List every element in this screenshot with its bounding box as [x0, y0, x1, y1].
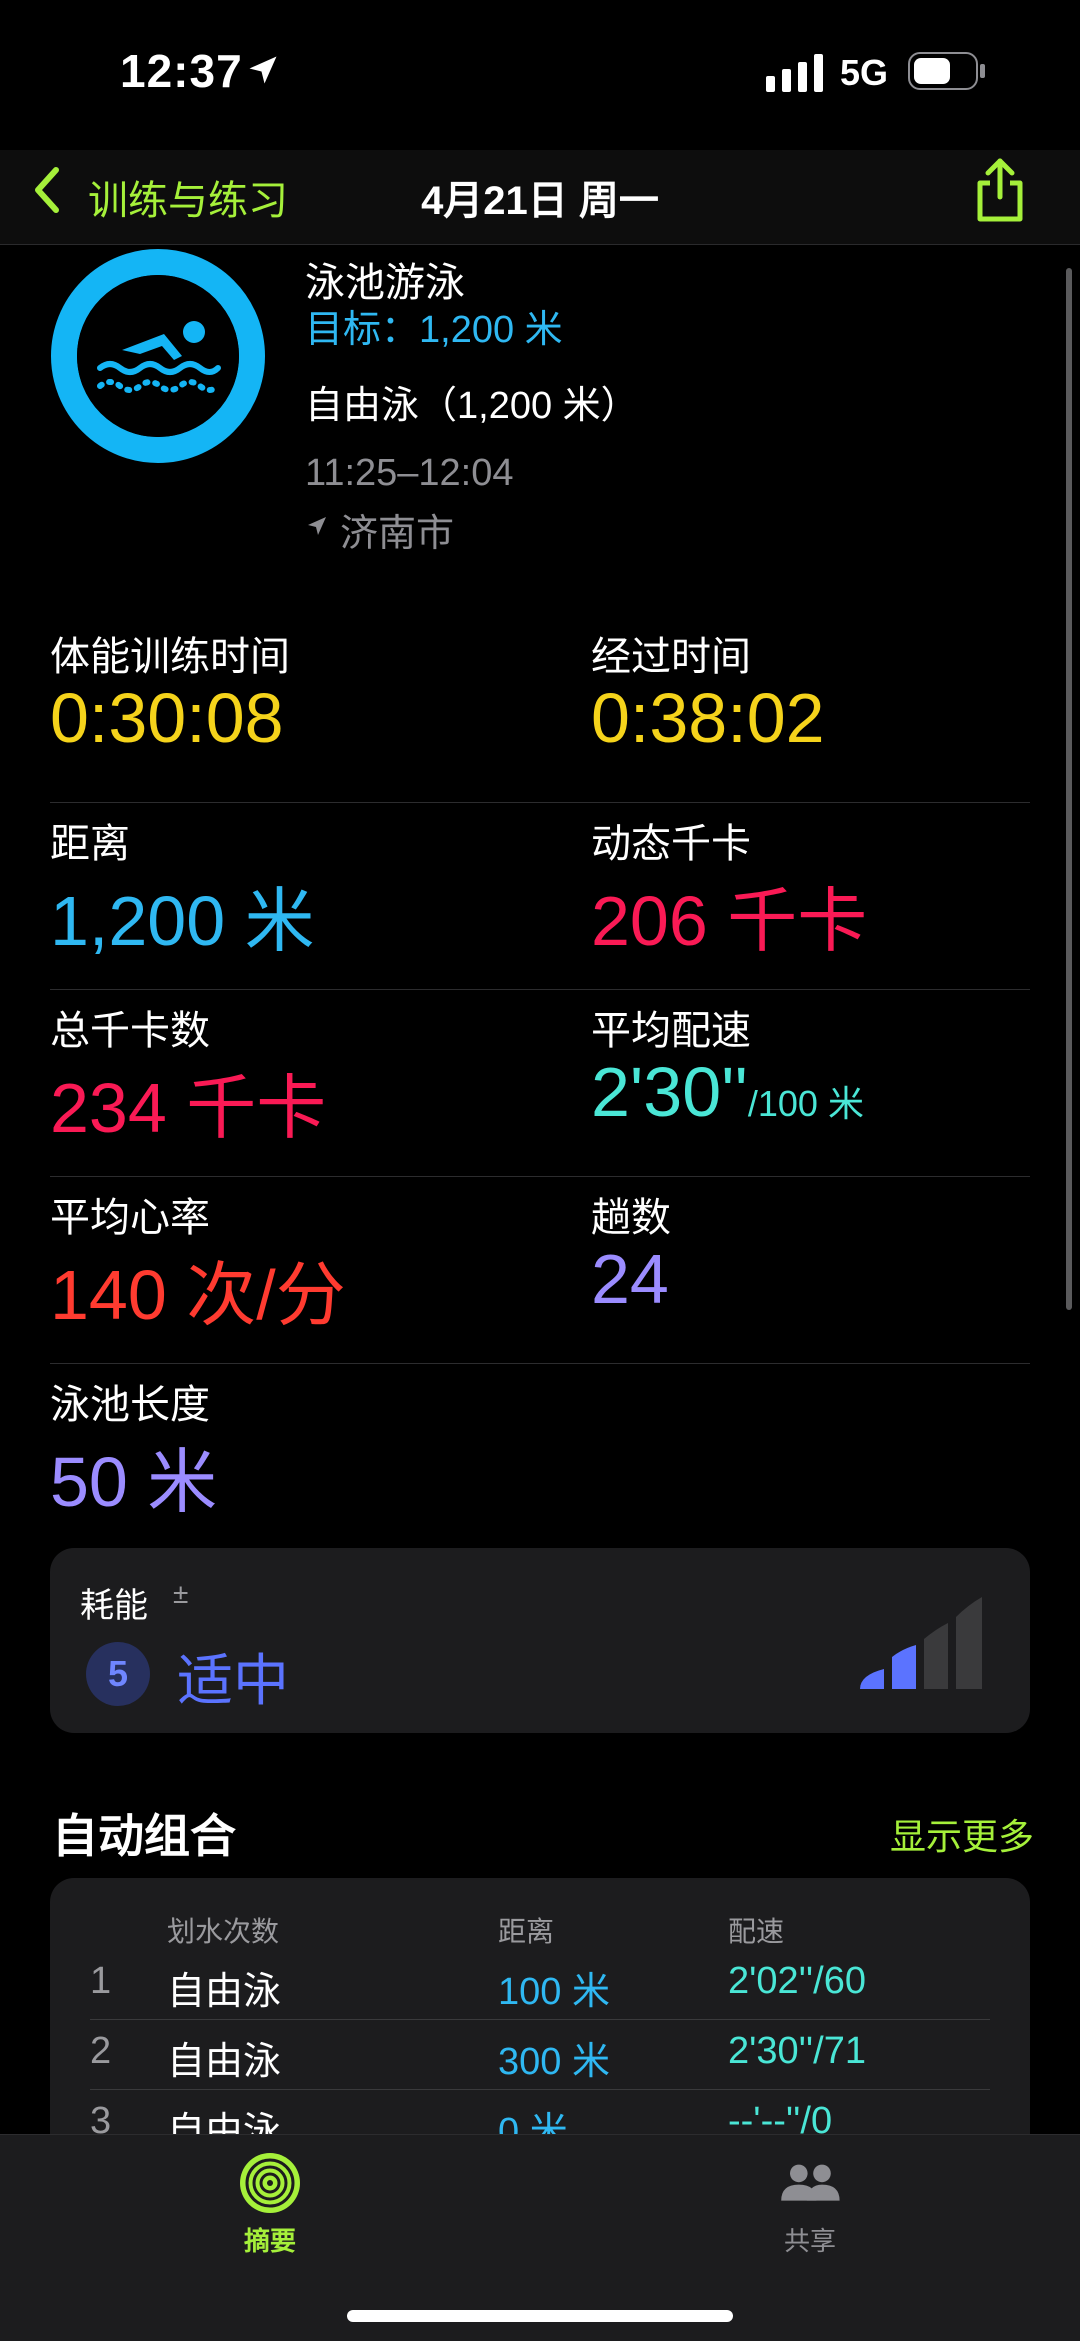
effort-bar [892, 1645, 916, 1689]
pace-value: 2'30'' [591, 1053, 748, 1131]
workout-goal: 目标：1,200 米 [305, 309, 563, 351]
split-stroke: 自由泳 [167, 2111, 282, 2134]
metric-value: 234 千卡 [50, 1069, 327, 1147]
splits-table: 划水次数 距离 配速 1 自由泳 100 米 2'02''/60 2 自由泳 3… [50, 1878, 1030, 2134]
metric-row: 泳池长度 50 米 [50, 1364, 1030, 1551]
status-time: 12:37 [120, 45, 243, 97]
split-distance: 100 米 [498, 1971, 610, 2013]
effort-bar [860, 1669, 884, 1689]
split-number: 2 [90, 2030, 112, 2072]
table-row[interactable]: 3 自由泳 0 米 --'--''/0 [90, 2090, 990, 2134]
tab-summary-label: 摘要 [243, 2226, 296, 2256]
split-number: 1 [90, 1960, 112, 2002]
metric-row: 平均心率 140 次/分 趟数 24 [50, 1177, 1030, 1364]
split-stroke: 自由泳 [167, 2041, 282, 2083]
home-indicator[interactable] [347, 2310, 733, 2322]
swim-ring-icon [51, 249, 265, 463]
effort-level-icon [860, 1597, 982, 1689]
effort-adjust-icon[interactable]: ± [173, 1578, 188, 1610]
location-arrow-icon [249, 56, 277, 84]
table-row[interactable]: 2 自由泳 300 米 2'30''/71 [90, 2020, 990, 2090]
effort-bar [956, 1597, 982, 1689]
effort-bar [924, 1623, 948, 1689]
effort-score-badge: 5 [86, 1642, 150, 1706]
network-type: 5G [840, 52, 889, 93]
metric-total-calories: 总千卡数 234 千卡 [50, 990, 326, 1153]
metric-row: 距离 1,200 米 动态千卡 206 千卡 [50, 803, 1030, 990]
metric-value: 24 [591, 1240, 669, 1318]
workout-detail[interactable]: 泳池游泳 目标：1,200 米 自由泳（1,200 米） 11:25–12:04… [0, 246, 1080, 2134]
column-header-distance: 距离 [498, 1916, 555, 1947]
metric-label: 平均配速 [591, 1009, 751, 1053]
page-title: 4月21日 周一 [421, 179, 659, 223]
metric-value: 0:38:02 [591, 679, 825, 757]
metric-workout-time: 体能训练时间 0:30:08 [50, 616, 290, 758]
tab-summary[interactable]: 摘要 [170, 2151, 370, 2258]
metric-value: 0:30:08 [50, 679, 284, 757]
battery-icon [908, 52, 985, 90]
metric-pool-length: 泳池长度 50 米 [50, 1364, 217, 1527]
location-arrow-icon [308, 517, 326, 535]
tab-sharing-label: 共享 [783, 2226, 836, 2256]
split-stroke: 自由泳 [167, 1971, 282, 2013]
show-more-link[interactable]: 显示更多 [890, 1808, 1034, 1860]
metric-laps: 趟数 24 [591, 1177, 671, 1319]
split-pace: --'--''/0 [728, 2100, 833, 2134]
workout-stroke: 自由泳（1,200 米） [305, 385, 639, 427]
metric-label: 距离 [50, 822, 130, 866]
split-number: 3 [90, 2100, 112, 2134]
metric-value: 206 千卡 [591, 882, 868, 960]
tab-sharing[interactable]: 共享 [710, 2151, 910, 2258]
metric-distance: 距离 1,200 米 [50, 803, 315, 966]
metric-value: 1,200 米 [50, 882, 315, 960]
metric-active-calories: 动态千卡 206 千卡 [591, 803, 867, 966]
status-bar: 12:37 5G [0, 0, 1080, 150]
metric-row: 体能训练时间 0:30:08 经过时间 0:38:02 [50, 616, 1030, 803]
cellular-signal-icon [766, 54, 823, 92]
table-row[interactable]: 1 自由泳 100 米 2'02''/60 [90, 1950, 990, 2020]
metric-avg-pace: 平均配速 2'30''/100 米 [591, 990, 864, 1132]
column-header-pace: 配速 [728, 1916, 785, 1947]
splits-title: 自动组合 [52, 1810, 236, 1862]
split-distance: 0 米 [498, 2111, 568, 2134]
metric-label: 动态千卡 [591, 822, 751, 866]
metrics-grid: 体能训练时间 0:30:08 经过时间 0:38:02 距离 1,200 米 动… [50, 616, 1030, 1551]
metric-label: 经过时间 [591, 635, 751, 679]
metric-row: 总千卡数 234 千卡 平均配速 2'30''/100 米 [50, 990, 1030, 1177]
metric-avg-heart-rate: 平均心率 140 次/分 [50, 1177, 346, 1340]
metric-elapsed-time: 经过时间 0:38:02 [591, 616, 825, 758]
metric-label: 泳池长度 [50, 1383, 210, 1427]
metric-label: 总千卡数 [50, 1009, 210, 1053]
split-pace: 2'30''/71 [728, 2030, 866, 2072]
split-distance: 300 米 [498, 2041, 610, 2083]
people-icon [781, 2164, 840, 2201]
metric-value: 140 次/分 [50, 1256, 346, 1334]
split-pace: 2'02''/60 [728, 1960, 866, 2002]
workout-location: 济南市 [340, 513, 455, 555]
column-header-stroke: 划水次数 [167, 1916, 280, 1947]
navigation-bar: 训练与练习 4月21日 周一 [0, 150, 1080, 245]
effort-card[interactable]: 耗能 ± 5 适中 [50, 1548, 1030, 1733]
share-icon[interactable] [970, 155, 1030, 225]
scrollbar[interactable] [1066, 268, 1072, 1310]
metric-value: 50 米 [50, 1443, 218, 1521]
effort-level: 适中 [177, 1649, 289, 1712]
activity-rings-icon [240, 2153, 300, 2213]
workout-time-range: 11:25–12:04 [305, 452, 514, 494]
metric-label: 体能训练时间 [50, 635, 290, 679]
metric-value: 2'30''/100 米 [591, 1052, 864, 1132]
metric-label: 趟数 [591, 1196, 671, 1240]
pace-unit: /100 米 [747, 1083, 864, 1124]
metric-label: 平均心率 [50, 1196, 210, 1240]
effort-label: 耗能 [80, 1587, 148, 1625]
